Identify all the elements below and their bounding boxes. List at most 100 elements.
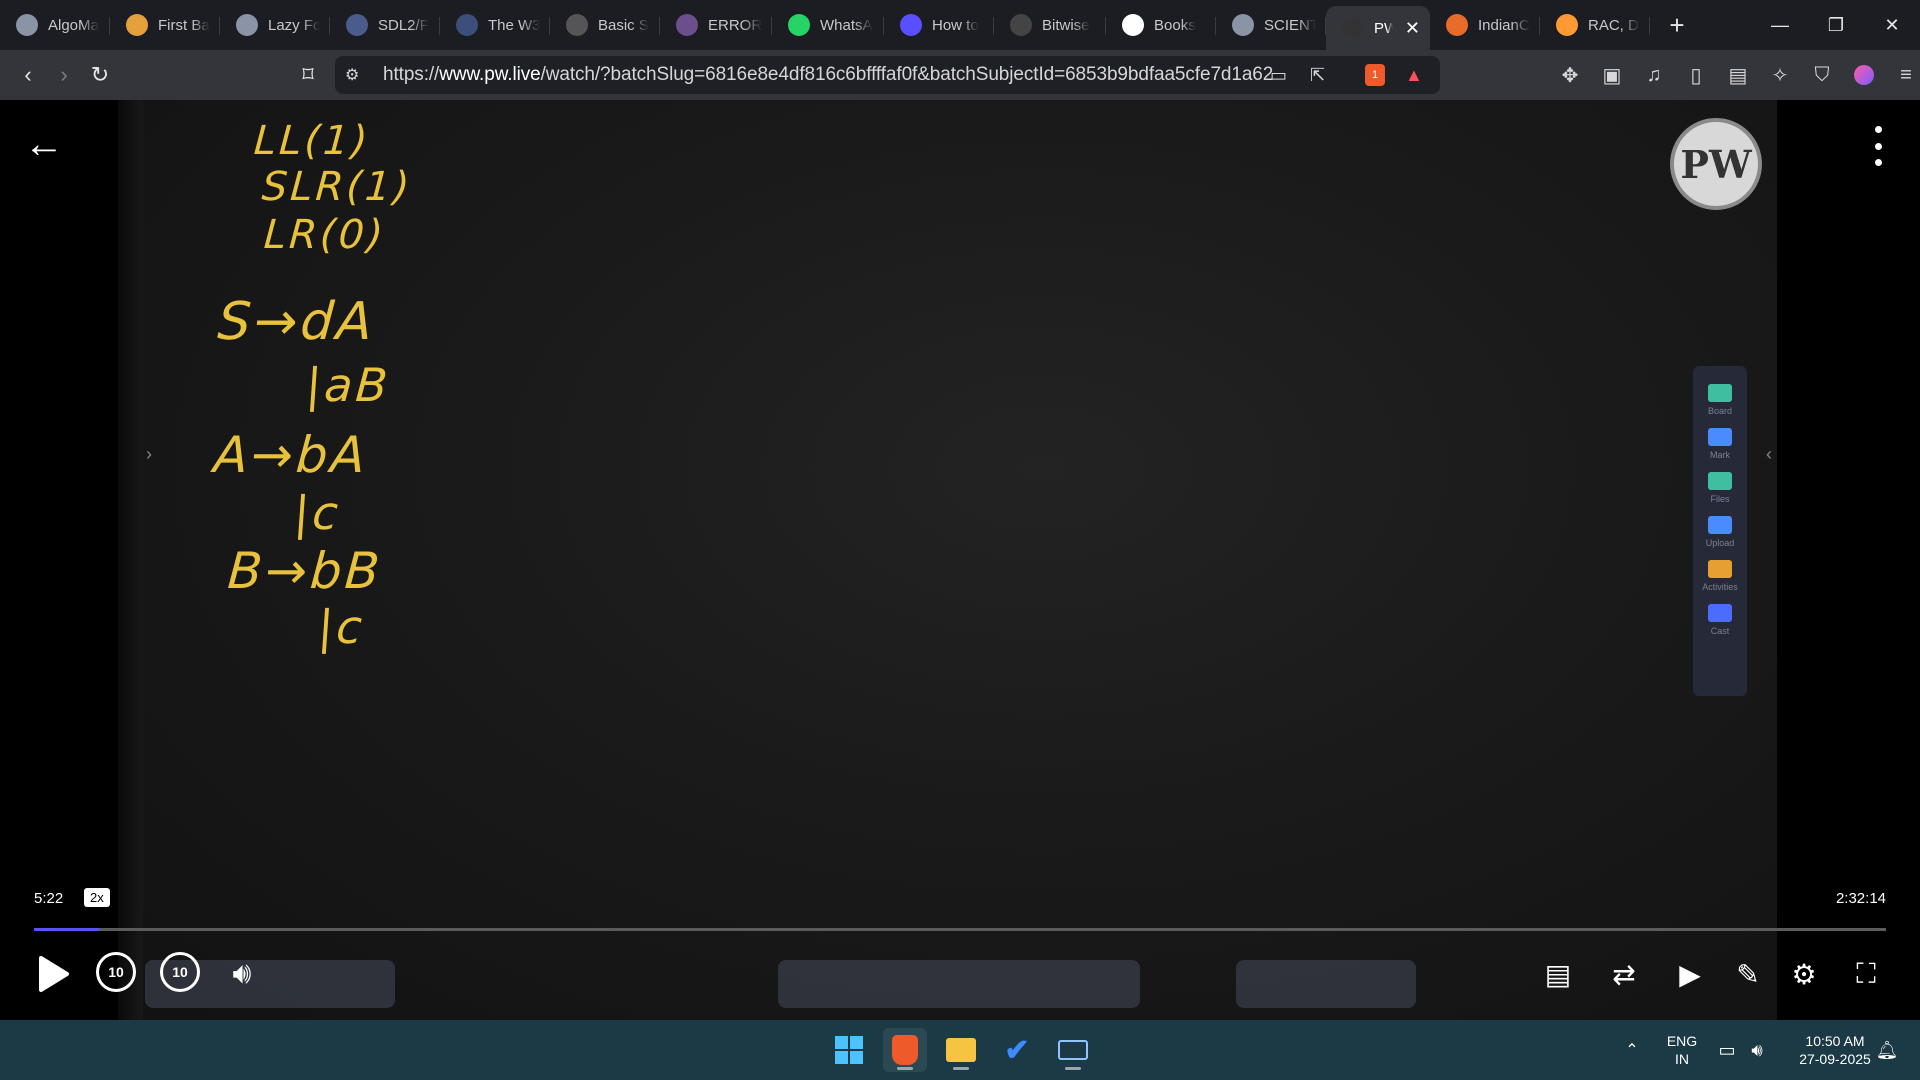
playback-speed-badge[interactable]: 2x	[84, 888, 110, 907]
brave-rewards-icon[interactable]: ▲	[1405, 65, 1423, 86]
tab-title: How to	[932, 16, 979, 34]
side-panel-item: Cast	[1708, 604, 1732, 636]
todo-icon[interactable]: ✔	[995, 1028, 1039, 1072]
network-icon[interactable]: ▭	[1714, 1020, 1740, 1080]
tab-10[interactable]: Books	[1106, 6, 1216, 44]
volume-icon[interactable]: 🔊︎	[220, 952, 264, 996]
close-tab-icon[interactable]: ✕	[1393, 18, 1420, 39]
minimize-icon[interactable]: —	[1752, 0, 1808, 50]
vpn-icon[interactable]: ⛉	[1804, 57, 1840, 93]
tab-1[interactable]: First Ba	[110, 6, 220, 44]
tab-13[interactable]: IndianC	[1430, 6, 1540, 44]
tab-3[interactable]: SDL2/F	[330, 6, 440, 44]
side-panel-item: Upload	[1706, 516, 1734, 548]
duration: 2:32:14	[1835, 890, 1886, 907]
back-button[interactable]: ‹	[10, 57, 46, 93]
side-panel-icon	[1708, 472, 1732, 490]
tab-title: ERROR	[708, 16, 762, 34]
tab-title: First Ba	[158, 16, 210, 34]
google-icon	[1122, 14, 1144, 36]
pw-icon	[1342, 17, 1364, 39]
side-panel-icon	[1708, 428, 1732, 446]
tab-11[interactable]: SCIENT	[1216, 6, 1326, 44]
video-draw-toolbar	[778, 960, 1140, 1008]
language-indicator[interactable]: ENG IN	[1660, 1020, 1704, 1080]
doc-icon	[900, 14, 922, 36]
brave-taskbar-icon[interactable]	[883, 1028, 927, 1072]
bookmark-icon[interactable]: ⌑	[290, 57, 326, 93]
current-time: 5:22	[34, 890, 64, 907]
brave-shields-icon[interactable]: 1	[1365, 64, 1385, 86]
keyboard-app-icon[interactable]	[1051, 1028, 1095, 1072]
forward-button[interactable]: ›	[46, 57, 82, 93]
side-panel-item: Board	[1708, 384, 1732, 416]
profile-icon[interactable]	[1846, 57, 1882, 93]
tab-title: WhatsA	[820, 16, 873, 34]
address-bar[interactable]: ⚙ https://www.pw.live/watch/?batchSlug=6…	[335, 56, 1440, 94]
new-tab-button[interactable]: +	[1662, 10, 1692, 41]
menu-icon[interactable]: ≡	[1888, 57, 1920, 93]
translate-icon[interactable]: ⇄	[1602, 952, 1646, 996]
sidebar-icon[interactable]: ▯	[1678, 57, 1714, 93]
side-panel-icon	[1708, 384, 1732, 402]
video-media-toolbar	[1236, 960, 1416, 1008]
captions-icon[interactable]: ▤	[1536, 952, 1580, 996]
start-button[interactable]	[827, 1028, 871, 1072]
leo-ai-icon[interactable]: ✧	[1762, 57, 1798, 93]
collapse-chevron-icon: ‹	[1766, 444, 1772, 464]
settings-icon[interactable]: ⚙	[1782, 952, 1826, 996]
globe-icon	[1232, 14, 1254, 36]
rewind-10-button[interactable]: 10	[96, 952, 136, 992]
cast-icon[interactable]: ▭	[1270, 65, 1287, 86]
tab-strip: AlgoMa First Ba Lazy Fo SDL2/F The W3 Basic S…	[0, 0, 1920, 50]
orkg-icon	[1010, 14, 1032, 36]
mdn-icon	[566, 14, 588, 36]
seek-bar[interactable]	[34, 928, 1886, 931]
tab-4[interactable]: The W3	[440, 6, 550, 44]
share-icon[interactable]: ⇱	[1310, 65, 1325, 86]
seek-bar-fill	[34, 928, 99, 931]
board-line: SLR(1)	[260, 164, 414, 210]
tab-title: Lazy Fo	[268, 16, 320, 34]
reader-icon[interactable]: ▣	[1594, 57, 1630, 93]
notes-icon[interactable]: ✎	[1726, 952, 1770, 996]
more-options-icon[interactable]	[1866, 126, 1890, 166]
board-line: A→bA	[211, 426, 371, 484]
side-panel-label: Cast	[1710, 626, 1730, 636]
india-flag-icon	[1556, 14, 1578, 36]
tab-title: IndianC	[1478, 16, 1530, 34]
file-explorer-icon[interactable]	[939, 1028, 983, 1072]
video-player[interactable]: LL(1) SLR(1) LR(0) S→dA |aB A→bA |c B→bB…	[0, 100, 1920, 1020]
tab-12[interactable]: PW ✕	[1326, 6, 1430, 50]
side-panel-icon	[1708, 604, 1732, 622]
fullscreen-icon[interactable]: ⛶	[1844, 952, 1888, 996]
player-back-arrow-icon[interactable]: ←	[24, 122, 64, 167]
tab-2[interactable]: Lazy Fo	[220, 6, 330, 44]
reload-button[interactable]: ↻	[82, 57, 118, 93]
tab-5[interactable]: Basic S	[550, 6, 660, 44]
board-line: LL(1)	[252, 118, 372, 164]
close-window-icon[interactable]: ✕	[1864, 0, 1920, 50]
globe-icon	[236, 14, 258, 36]
forward-10-button[interactable]: 10	[160, 952, 200, 992]
board-line: B→bB	[225, 542, 385, 600]
site-settings-icon[interactable]: ⚙	[345, 65, 359, 85]
tray-overflow-chevron-icon[interactable]: ⌃	[1620, 1020, 1644, 1080]
media-icon[interactable]: ♫	[1636, 57, 1672, 93]
speaker-icon[interactable]: 🔊︎	[1744, 1020, 1770, 1080]
tab-title: Bitwise	[1042, 16, 1090, 34]
board-side-panel: Board Mark Files Upload Activities Cast	[1693, 366, 1747, 696]
tab-9[interactable]: Bitwise	[994, 6, 1106, 44]
tab-title: SDL2/F	[378, 16, 429, 34]
picture-in-picture-icon[interactable]: ▶	[1668, 952, 1712, 996]
wallet-icon[interactable]: ▤	[1720, 57, 1756, 93]
play-button[interactable]	[34, 952, 74, 996]
extensions-icon[interactable]: ✥	[1552, 57, 1588, 93]
tab-0[interactable]: AlgoMa	[0, 6, 110, 44]
tab-14[interactable]: RAC, DI	[1540, 6, 1650, 44]
tab-6[interactable]: ERROR	[660, 6, 772, 44]
notification-bell-icon[interactable]: 🔔︎	[1874, 1020, 1900, 1080]
tab-8[interactable]: How to	[884, 6, 994, 44]
restore-icon[interactable]: ❐	[1808, 0, 1864, 50]
tab-7[interactable]: WhatsA	[772, 6, 884, 44]
